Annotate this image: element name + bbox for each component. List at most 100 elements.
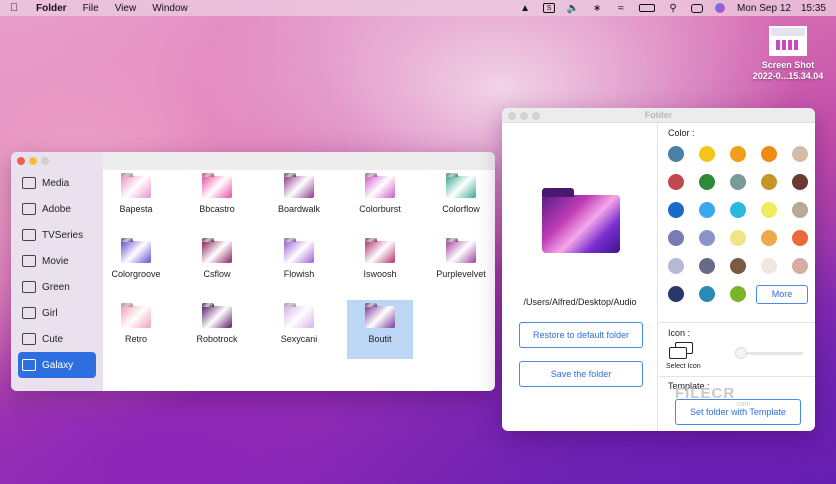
folder-item[interactable]: Flowish bbox=[266, 235, 332, 293]
color-swatch[interactable] bbox=[792, 202, 808, 218]
color-swatch[interactable] bbox=[699, 174, 715, 190]
screenshot-thumbnail-icon bbox=[769, 26, 807, 56]
volume-icon[interactable]: 🔈 bbox=[567, 3, 579, 14]
folder-editor-window: Folder /Users/Alfred/Desktop/Audio Resto… bbox=[502, 108, 815, 431]
editor-title: Folder bbox=[644, 110, 673, 120]
folder-item[interactable]: Iswoosh bbox=[347, 235, 413, 293]
sidebar-item-galaxy[interactable]: Galaxy bbox=[18, 352, 96, 378]
clock-time: 15:35 bbox=[800, 2, 826, 14]
editor-close-button[interactable] bbox=[508, 112, 516, 120]
folder-item[interactable]: Csflow bbox=[184, 235, 250, 293]
window-controls bbox=[17, 157, 49, 165]
clock[interactable]: Mon Sep 12 15:35 bbox=[737, 3, 826, 14]
color-swatch[interactable] bbox=[668, 202, 684, 218]
folder-item[interactable]: Bapesta bbox=[103, 170, 169, 228]
folder-label: Retro bbox=[124, 334, 147, 344]
color-swatch[interactable] bbox=[730, 202, 746, 218]
folder-item[interactable]: Boutit bbox=[347, 300, 413, 359]
sidebar-item-label: Cute bbox=[42, 333, 64, 345]
color-swatch[interactable] bbox=[668, 258, 684, 274]
folder-icon bbox=[365, 241, 395, 263]
color-swatch[interactable] bbox=[668, 230, 684, 246]
control-center-icon[interactable] bbox=[691, 3, 704, 13]
card-front-icon bbox=[669, 347, 687, 359]
sidebar-item-cute[interactable]: Cute bbox=[18, 326, 96, 352]
color-swatch[interactable] bbox=[668, 286, 684, 302]
folder-label: Iswoosh bbox=[363, 269, 397, 279]
editor-minimize-button[interactable] bbox=[520, 112, 528, 120]
slider-knob[interactable] bbox=[735, 347, 747, 359]
menu-app-name[interactable]: Folder bbox=[36, 3, 67, 14]
editor-zoom-button[interactable] bbox=[532, 112, 540, 120]
editor-titlebar: Folder bbox=[502, 108, 815, 123]
color-swatch[interactable] bbox=[761, 258, 777, 274]
color-swatch[interactable] bbox=[730, 258, 746, 274]
folder-label: Boutit bbox=[368, 334, 392, 344]
folder-item[interactable]: Sexycani bbox=[266, 300, 332, 358]
menu-window[interactable]: Window bbox=[152, 3, 188, 14]
color-swatch[interactable] bbox=[668, 146, 684, 162]
color-swatch[interactable] bbox=[761, 202, 777, 218]
zoom-button[interactable] bbox=[41, 157, 49, 165]
color-swatch[interactable] bbox=[730, 286, 746, 302]
color-swatch[interactable] bbox=[699, 230, 715, 246]
app-status-icon[interactable]: S bbox=[543, 3, 556, 13]
sidebar-item-girl[interactable]: Girl bbox=[18, 300, 96, 326]
color-swatch[interactable] bbox=[699, 202, 715, 218]
select-icon-button[interactable] bbox=[669, 342, 695, 360]
folder-item[interactable]: Colorflow bbox=[428, 170, 494, 228]
sidebar-item-adobe[interactable]: Adobe bbox=[18, 196, 96, 222]
sidebar-item-media[interactable]: Media bbox=[18, 170, 96, 196]
siri-icon[interactable] bbox=[715, 3, 726, 13]
folder-icon bbox=[365, 306, 395, 328]
color-swatch[interactable] bbox=[792, 230, 808, 246]
folder-item[interactable]: Colorburst bbox=[347, 170, 413, 228]
color-swatch[interactable] bbox=[730, 146, 746, 162]
folder-icon bbox=[202, 306, 232, 328]
wifi-icon[interactable]: ≈ bbox=[615, 3, 627, 14]
restore-default-button[interactable]: Restore to default folder bbox=[519, 322, 643, 348]
color-swatch[interactable] bbox=[761, 174, 777, 190]
search-icon[interactable]: ⚲ bbox=[667, 3, 679, 14]
folder-item[interactable]: Bbcastro bbox=[184, 170, 250, 228]
apple-menu-icon[interactable]:  bbox=[10, 2, 24, 14]
folder-icon bbox=[121, 306, 151, 328]
color-swatch[interactable] bbox=[699, 258, 715, 274]
desktop-screenshot-file[interactable]: Screen Shot 2022-0...15.34.04 bbox=[750, 26, 826, 82]
color-swatch[interactable] bbox=[761, 230, 777, 246]
color-swatch[interactable] bbox=[699, 286, 715, 302]
color-swatch[interactable] bbox=[792, 174, 808, 190]
battery-icon[interactable] bbox=[639, 4, 656, 12]
color-swatch[interactable] bbox=[792, 258, 808, 274]
save-folder-button[interactable]: Save the folder bbox=[519, 361, 643, 387]
menu-view[interactable]: View bbox=[115, 3, 137, 14]
folder-label: Flowish bbox=[283, 269, 315, 279]
bluetooth-icon[interactable]: ∗ bbox=[591, 3, 603, 14]
menu-bar:  Folder File View Window ▲ S 🔈 ∗ ≈ ⚲ Mo… bbox=[0, 0, 836, 16]
folder-item[interactable]: Boardwalk bbox=[266, 170, 332, 228]
folder-icon bbox=[365, 176, 395, 198]
menu-file[interactable]: File bbox=[83, 3, 99, 14]
icon-size-slider[interactable] bbox=[735, 347, 803, 359]
minimize-button[interactable] bbox=[29, 157, 37, 165]
sidebar-item-movie[interactable]: Movie bbox=[18, 248, 96, 274]
adobe-icon bbox=[22, 203, 36, 215]
sidebar-item-green[interactable]: Green bbox=[18, 274, 96, 300]
folder-label: Colorflow bbox=[442, 204, 480, 214]
folder-item[interactable]: Purplevelvet bbox=[428, 235, 494, 293]
color-swatch[interactable] bbox=[730, 174, 746, 190]
color-swatch[interactable] bbox=[792, 146, 808, 162]
color-swatch[interactable] bbox=[668, 174, 684, 190]
file-name-line2: 2022-0...15.34.04 bbox=[752, 71, 824, 81]
folder-item[interactable]: Retro bbox=[103, 300, 169, 358]
color-swatch[interactable] bbox=[730, 230, 746, 246]
color-swatch[interactable] bbox=[699, 146, 715, 162]
folder-item[interactable]: Robotrock bbox=[184, 300, 250, 358]
color-swatch[interactable] bbox=[761, 146, 777, 162]
folder-library-window: Media Adobe TVSeries Movie Green Girl Cute Gala… bbox=[11, 152, 495, 391]
close-button[interactable] bbox=[17, 157, 25, 165]
more-colors-button[interactable]: More bbox=[756, 285, 808, 304]
folder-item[interactable]: Colorgroove bbox=[103, 235, 169, 293]
sidebar-item-tvseries[interactable]: TVSeries bbox=[18, 222, 96, 248]
hat-icon[interactable]: ▲ bbox=[519, 3, 531, 14]
